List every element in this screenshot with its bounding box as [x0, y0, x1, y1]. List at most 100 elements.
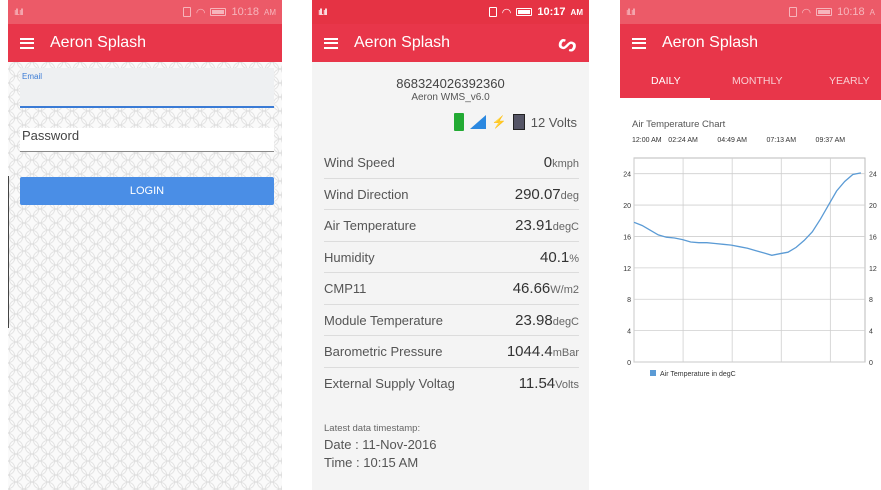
signal-strength-icon [469, 115, 486, 129]
param-name: Wind Speed [324, 155, 395, 170]
status-ampm: AM [570, 7, 583, 17]
param-unit: kmph [552, 158, 579, 170]
vibrate-icon [182, 7, 191, 17]
param-name: Humidity [324, 249, 375, 265]
y-tick-label: 12 [869, 266, 877, 273]
y-tick-label: 8 [869, 297, 873, 304]
voltage-indicator: 12 Volts [530, 114, 577, 130]
param-name: CMP11 [324, 281, 367, 296]
status-bar: ıll.ıll ◠ 10:18 AM [8, 0, 282, 24]
y-tick-label: 16 [623, 234, 631, 241]
status-ampm: AM [264, 7, 276, 17]
x-tick-label: 02:24 AM [668, 137, 698, 144]
param-row: CMP11 46.66W/m2 [324, 273, 579, 305]
param-row: Barometric Pressure 1044.4mBar [324, 336, 579, 368]
vibrate-icon [488, 7, 497, 17]
y-tick-label: 24 [869, 172, 877, 179]
param-row: Module Temperature 23.98degC [324, 305, 579, 336]
tab-yearly[interactable]: YEARLY [829, 75, 870, 87]
param-name: Air Temperature [324, 218, 417, 233]
login-button[interactable]: LOGIN [20, 177, 274, 205]
x-tick-label: 09:37 AM [816, 137, 846, 144]
param-name: Wind Direction [324, 186, 409, 202]
parameter-list: Wind Speed 0kmph Wind Direction 290.07deg … [324, 147, 579, 399]
param-value: 23.98 [515, 311, 553, 329]
param-name: Barometric Pressure [324, 344, 443, 359]
device-version: Aeron WMS_v6.0 [411, 92, 490, 103]
param-value: 290.07 [514, 185, 561, 203]
status-bar: ıll.ıll ◠ 10:18 A [620, 0, 881, 24]
sync-icon[interactable]: ᔕ [555, 28, 580, 58]
param-unit: degC [552, 315, 579, 328]
login-form: Email Password LOGIN [20, 68, 274, 205]
signal-icon: ıll.ıll [14, 7, 23, 17]
battery-icon [816, 8, 833, 16]
status-time: 10:17 [537, 6, 566, 18]
param-unit: W/m2 [550, 284, 579, 296]
wifi-icon: ◠ [195, 6, 206, 19]
login-screen: ıll.ıll ◠ 10:18 AM Aeron Splash Email Pa… [8, 0, 282, 490]
timestamp-time: Time : 10:15 AM [324, 455, 419, 470]
dashboard-screen: ıll.ıll ◠ 10:17 AM Aeron Splash ᔕ 868324… [312, 0, 589, 490]
timestamp-label: Latest data timestamp: [324, 423, 421, 434]
app-bar: Aeron Splash [620, 24, 881, 62]
device-id: 868324026392360 [396, 76, 505, 91]
password-field[interactable]: Password [20, 128, 274, 152]
tab-indicator [620, 98, 710, 100]
param-value: 23.91 [515, 217, 553, 234]
status-time: 10:18 [231, 6, 259, 18]
tab-daily[interactable]: DAILY [651, 75, 681, 87]
chart-legend: Air Temperature in degC [650, 370, 736, 378]
app-title: Aeron Splash [662, 34, 759, 51]
timestamp-date: Date : 11-Nov-2016 [324, 437, 437, 452]
param-unit: degC [552, 221, 579, 233]
y-tick-label: 4 [869, 329, 873, 336]
temperature-chart: 12:00 AM 02:24 AM 04:49 AM 07:13 AM 09:37 AM… [623, 137, 877, 378]
edge-line [8, 176, 9, 328]
y-tick-label: 0 [869, 360, 873, 367]
y-tick-label: 4 [627, 329, 631, 336]
email-field[interactable]: Email [20, 68, 274, 108]
y-tick-label: 24 [623, 172, 631, 179]
device-indicators: ⚡ 12 Volts [312, 111, 589, 133]
series-line [633, 172, 862, 256]
battery-level-icon [453, 113, 464, 131]
battery-icon [516, 8, 533, 16]
param-unit: deg [560, 189, 579, 202]
vibrate-icon [788, 7, 797, 17]
y-tick-label: 16 [869, 234, 877, 241]
param-value: 40.1 [540, 248, 570, 266]
status-bar: ıll.ıll ◠ 10:17 AM [312, 0, 589, 24]
param-row: Humidity 40.1% [324, 242, 579, 273]
menu-icon[interactable] [20, 37, 34, 49]
wifi-icon: ◠ [801, 6, 812, 19]
param-row: Wind Direction 290.07deg [324, 179, 579, 210]
status-time: 10:18 [837, 6, 865, 18]
chart-grid [633, 157, 866, 363]
chart-series [633, 172, 862, 256]
param-value: 11.54 [518, 374, 556, 392]
menu-icon[interactable] [632, 37, 646, 49]
legend-swatch [650, 370, 656, 376]
param-value: 0 [543, 154, 553, 171]
legend-label: Air Temperature in degC [660, 371, 736, 378]
tab-monthly[interactable]: MONTHLY [732, 75, 783, 87]
param-value: 1044.4 [506, 343, 553, 360]
y-tick-label: 12 [623, 266, 631, 273]
battery-icon [210, 8, 227, 16]
email-label: Email [22, 72, 43, 81]
charging-icon: ⚡ [491, 115, 507, 129]
menu-icon[interactable] [324, 37, 338, 49]
x-ticks: 12:00 AM 02:24 AM 04:49 AM 07:13 AM 09:37 AM [632, 137, 845, 144]
tab-bar: DAILY MONTHLY YEARLY [620, 62, 881, 100]
chart-screen: ıll.ıll ◠ 10:18 A Aeron Splash DAILY MON… [620, 0, 881, 490]
signal-icon: ıll.ıll [318, 7, 327, 17]
app-title: Aeron Splash [354, 34, 451, 51]
param-row: Wind Speed 0kmph [324, 147, 579, 179]
app-title: Aeron Splash [50, 34, 147, 51]
param-unit: mBar [552, 347, 579, 359]
y-tick-label: 20 [623, 203, 631, 210]
param-row: External Supply Voltag 11.54Volts [324, 368, 579, 400]
status-ampm: A [869, 7, 875, 17]
solar-panel-icon [512, 114, 525, 130]
